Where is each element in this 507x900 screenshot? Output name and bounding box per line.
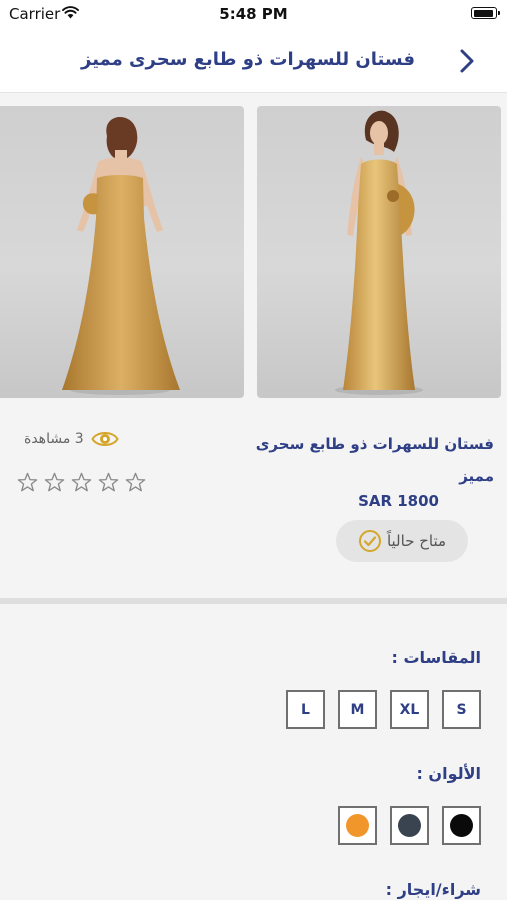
nav-bar: فستان للسهرات ذو طابع سحرى مميز (0, 30, 507, 93)
size-option-xl[interactable]: XL (390, 690, 429, 729)
product-price: SAR 1800 (358, 492, 439, 510)
star-icon[interactable] (16, 471, 39, 494)
chevron-right-icon[interactable] (454, 48, 480, 74)
dress-front-illustration (335, 110, 423, 395)
product-gallery[interactable] (0, 106, 507, 400)
dress-back-illustration (62, 116, 180, 395)
rating-stars[interactable] (16, 471, 147, 494)
color-swatch (398, 814, 421, 837)
color-option-dark-gray[interactable] (390, 806, 429, 845)
check-circle-icon (358, 530, 381, 552)
star-icon[interactable] (70, 471, 93, 494)
size-option-l[interactable]: L (286, 690, 325, 729)
battery-icon (471, 7, 500, 19)
status-bar: Carrier 5:48 PM (0, 0, 507, 30)
color-swatch (346, 814, 369, 837)
color-option-orange[interactable] (338, 806, 377, 845)
star-icon[interactable] (43, 471, 66, 494)
size-options: S XL M L (286, 690, 481, 729)
product-name: فستان للسهرات ذو طابع سحرى مميز (255, 435, 494, 485)
size-option-s[interactable]: S (442, 690, 481, 729)
page-title: فستان للسهرات ذو طابع سحرى مميز (81, 49, 415, 70)
colors-heading: الألوان : (416, 764, 481, 783)
views-counter: 3 مشاهدة (24, 429, 119, 449)
availability-badge: متاح حالياً (336, 520, 468, 562)
color-swatch (450, 814, 473, 837)
eye-icon (91, 432, 119, 446)
product-photo-back[interactable] (0, 106, 244, 398)
product-info: فستان للسهرات ذو طابع سحرى مميز SAR 1800… (0, 402, 507, 598)
buy-rent-heading: شراء/ايجار : (385, 880, 481, 899)
sizes-heading: المقاسات : (391, 648, 481, 667)
product-photo-front[interactable] (257, 106, 501, 398)
star-icon[interactable] (124, 471, 147, 494)
color-option-black[interactable] (442, 806, 481, 845)
availability-label: متاح حالياً (386, 532, 447, 550)
size-option-m[interactable]: M (338, 690, 377, 729)
product-options: المقاسات : S XL M L الألوان : شراء/ايجار… (0, 604, 507, 900)
clock: 5:48 PM (219, 5, 288, 23)
color-options (338, 806, 481, 845)
star-icon[interactable] (97, 471, 120, 494)
views-label: 3 مشاهدة (24, 431, 84, 447)
